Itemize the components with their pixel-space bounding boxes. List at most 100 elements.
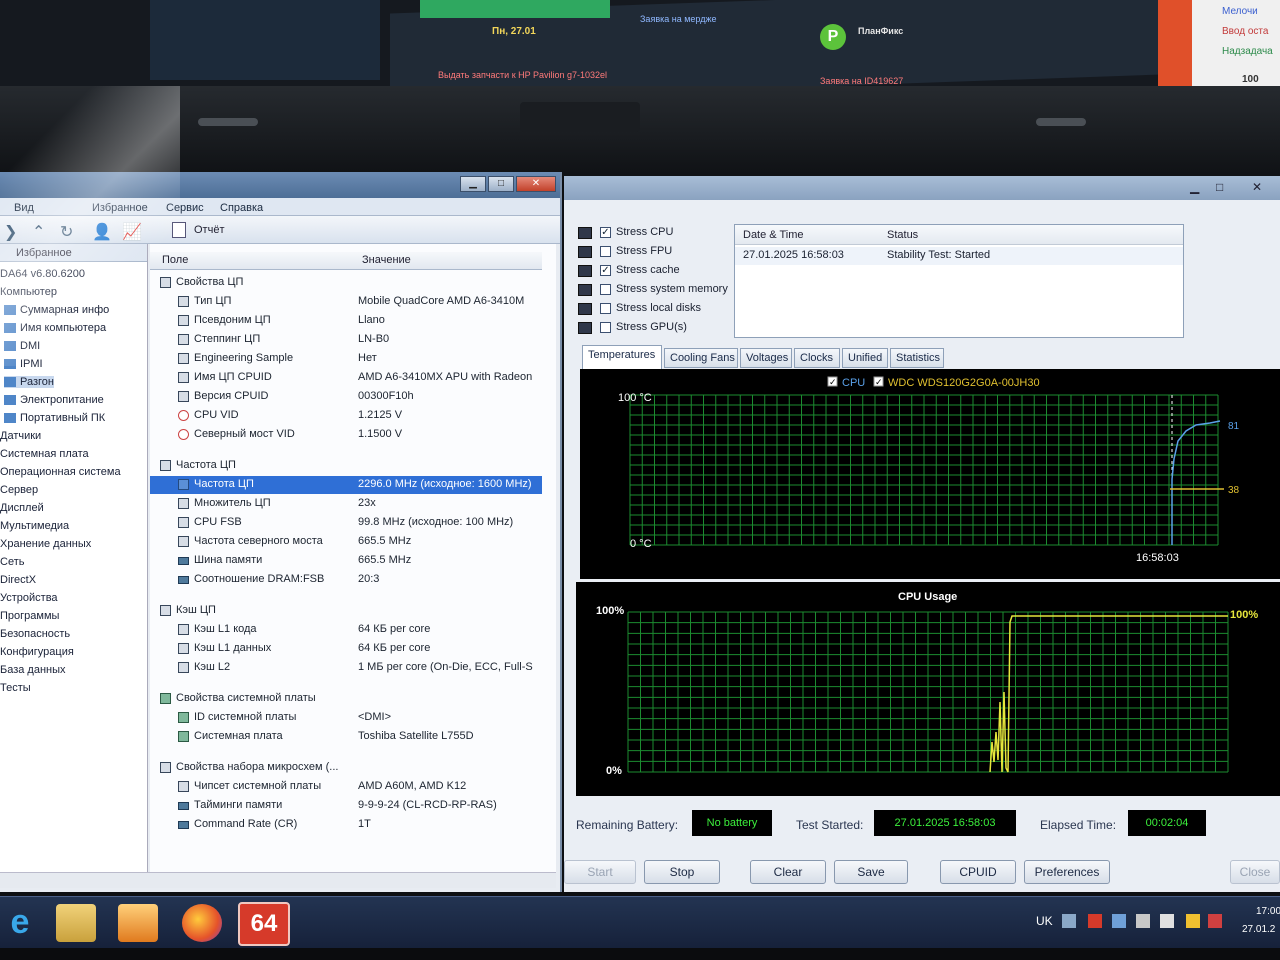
tree-item[interactable]: Портативный ПК — [4, 412, 105, 424]
tray-power-icon[interactable] — [1186, 914, 1200, 928]
stress-checkbox[interactable]: ✓ — [600, 265, 611, 276]
tree-item[interactable]: DMI — [4, 340, 40, 352]
tray-folder-icon[interactable] — [1062, 914, 1076, 928]
list-item[interactable]: Command Rate (CR) 1T — [150, 816, 542, 834]
list-item[interactable]: Частота ЦП 2296.0 MHz (исходное: 1600 MHz… — [150, 476, 542, 494]
tree-item[interactable]: Системная плата — [0, 448, 89, 460]
stress-checkbox[interactable] — [600, 284, 611, 295]
preferences-button[interactable]: Preferences — [1024, 860, 1110, 884]
stress-checkbox[interactable] — [600, 246, 611, 257]
menu-service[interactable]: Сервис — [166, 202, 204, 214]
tree-item[interactable]: IPMI — [4, 358, 43, 370]
forward-icon[interactable]: ❯ — [4, 222, 17, 242]
group-row[interactable]: Частота ЦП — [150, 457, 542, 475]
stress-option[interactable]: Stress system memory — [578, 283, 738, 299]
tree-item[interactable]: Тесты — [0, 682, 31, 694]
group-row[interactable]: Свойства системной платы — [150, 690, 542, 708]
tab-clocks[interactable]: Clocks — [794, 348, 840, 368]
tree-item[interactable]: Мультимедиа — [0, 520, 69, 532]
tree-item[interactable]: Сеть — [0, 556, 24, 568]
tree-item[interactable]: Суммарная инфо — [4, 304, 109, 316]
tree-item[interactable]: Электропитание — [4, 394, 104, 406]
list-item[interactable]: CPU FSB 99.8 MHz (исходное: 100 MHz) — [150, 514, 542, 532]
list-item[interactable]: Тайминги памяти 9-9-9-24 (CL-RCD-RP-RAS) — [150, 797, 542, 815]
tree-item[interactable]: Компьютер — [0, 286, 57, 298]
list-item[interactable]: Имя ЦП CPUID AMD A6-3410MX APU with Radeo… — [150, 369, 542, 387]
list-item[interactable]: Системная плата Toshiba Satellite L755D — [150, 728, 542, 746]
tree-item[interactable]: База данных — [0, 664, 66, 676]
aida64-taskbar-button[interactable]: 64 — [238, 902, 290, 946]
tree-item[interactable]: Устройства — [0, 592, 58, 604]
close-window-button[interactable]: Close — [1230, 860, 1280, 884]
keyboard-language[interactable]: UK — [1036, 914, 1053, 928]
tray-volume-icon[interactable] — [1160, 914, 1174, 928]
up-icon[interactable]: ⌃ — [32, 222, 45, 242]
file-explorer-icon[interactable] — [56, 904, 96, 942]
list-item[interactable]: CPU VID 1.2125 V — [150, 407, 542, 425]
internet-explorer-icon[interactable]: e — [0, 904, 40, 942]
column-field[interactable]: Поле — [162, 254, 188, 266]
tree-item[interactable]: Имя компьютера — [4, 322, 106, 334]
tab-unified[interactable]: Unified — [842, 348, 888, 368]
column-datetime[interactable]: Date & Time — [743, 229, 804, 241]
list-item[interactable]: Кэш L1 кода 64 КБ per core — [150, 621, 542, 639]
refresh-icon[interactable]: ↻ — [60, 222, 73, 242]
tree-item[interactable]: Безопасность — [0, 628, 70, 640]
group-row[interactable]: Кэш ЦП — [150, 602, 542, 620]
column-status[interactable]: Status — [887, 229, 918, 241]
tray-aida-icon[interactable] — [1088, 914, 1102, 928]
menu-favorites[interactable]: Избранное — [92, 202, 148, 214]
tree-item[interactable]: Операционная система — [0, 466, 121, 478]
tree-item[interactable]: DirectX — [0, 574, 36, 586]
tree-item[interactable]: Датчики — [0, 430, 41, 442]
tab-cooling-fans[interactable]: Cooling Fans — [664, 348, 738, 368]
list-item[interactable]: Тип ЦП Mobile QuadCore AMD A6-3410M — [150, 293, 542, 311]
firefox-icon[interactable] — [182, 904, 222, 942]
list-item[interactable]: Кэш L1 данных 64 КБ per core — [150, 640, 542, 658]
list-item[interactable]: Кэш L2 1 МБ per core (On-Die, ECC, Full-S — [150, 659, 542, 677]
menu-view[interactable]: Вид — [14, 202, 34, 214]
save-button[interactable]: Save — [834, 860, 908, 884]
stress-option[interactable]: Stress GPU(s) — [578, 321, 738, 337]
group-row[interactable]: Свойства ЦП — [150, 274, 542, 292]
minimize-button[interactable]: ▁ — [460, 176, 486, 192]
stress-option[interactable]: ✓ Stress CPU — [578, 226, 738, 242]
list-item[interactable]: Engineering Sample Нет — [150, 350, 542, 368]
tree-item[interactable]: Хранение данных — [0, 538, 91, 550]
tray-network-icon[interactable] — [1112, 914, 1126, 928]
tray-date[interactable]: 27.01.2 — [1242, 924, 1275, 935]
list-item[interactable]: Шина памяти 665.5 MHz — [150, 552, 542, 570]
menu-help[interactable]: Справка — [220, 202, 263, 214]
stress-checkbox[interactable]: ✓ — [600, 227, 611, 238]
clear-button[interactable]: Clear — [750, 860, 826, 884]
tray-flag-icon[interactable] — [1208, 914, 1222, 928]
list-item[interactable]: Северный мост VID 1.1500 V — [150, 426, 542, 444]
tab-temperatures[interactable]: Temperatures — [582, 345, 662, 369]
column-value[interactable]: Значение — [362, 254, 411, 266]
start-button[interactable]: Start — [564, 860, 636, 884]
group-row[interactable]: Свойства набора микросхем (... — [150, 759, 542, 777]
close-button[interactable]: ✕ — [1252, 180, 1262, 194]
maximize-button[interactable]: □ — [488, 176, 514, 192]
tree-item[interactable]: Сервер — [0, 484, 38, 496]
stress-option[interactable]: ✓ Stress cache — [578, 264, 738, 280]
report-button[interactable]: Отчёт — [194, 224, 224, 236]
tree-item[interactable]: Дисплей — [0, 502, 44, 514]
list-item[interactable]: Частота северного моста 665.5 MHz — [150, 533, 542, 551]
tree-item[interactable]: Конфигурация — [0, 646, 74, 658]
tree-item[interactable]: Разгон — [4, 376, 54, 388]
media-player-icon[interactable] — [118, 904, 158, 942]
stress-option[interactable]: Stress FPU — [578, 245, 738, 261]
tree-header[interactable]: Избранное — [0, 244, 147, 262]
stop-button[interactable]: Stop — [644, 860, 720, 884]
list-item[interactable]: Соотношение DRAM:FSB 20:3 — [150, 571, 542, 589]
tree-item[interactable]: DA64 v6.80.6200 — [0, 268, 85, 280]
tab-statistics[interactable]: Statistics — [890, 348, 944, 368]
close-button[interactable]: ✕ — [516, 176, 556, 192]
graph-icon[interactable]: 📈 — [122, 222, 142, 242]
tree-item[interactable]: Программы — [0, 610, 59, 622]
list-item[interactable]: Множитель ЦП 23x — [150, 495, 542, 513]
horizontal-scrollbar[interactable] — [0, 872, 556, 888]
list-item[interactable]: ID системной платы <DMI> — [150, 709, 542, 727]
list-item[interactable]: Версия CPUID 00300F10h — [150, 388, 542, 406]
